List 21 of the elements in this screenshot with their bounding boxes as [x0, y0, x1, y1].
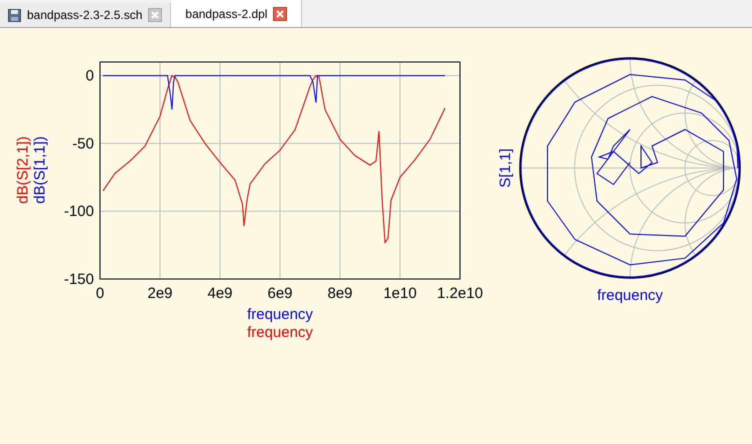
x-tick-label: 2e9: [147, 285, 173, 302]
x-tick-label: 6e9: [267, 285, 293, 302]
x-tick-label: 0: [96, 285, 104, 302]
y-tick-label: -100: [64, 203, 94, 220]
x-axis-label: frequency: [597, 287, 663, 304]
x-tick-label: 1.2e10: [437, 285, 483, 302]
close-icon[interactable]: [273, 6, 288, 20]
tab[interactable]: bandpass-2.dpl: [171, 0, 302, 27]
y-axis-label: dB(S[2,1]): [14, 136, 32, 204]
x-tick-label: 8e9: [327, 285, 353, 302]
y-tick-label: -50: [72, 135, 94, 152]
x-tick-label: 1e10: [383, 285, 417, 302]
x-tick-label: 4e9: [207, 285, 233, 302]
x-axis-label: frequency: [247, 306, 313, 323]
y-tick-label: -150: [64, 271, 94, 288]
tab[interactable]: bandpass-2.3-2.5.sch: [0, 3, 172, 27]
x-axis-label: frequency: [247, 324, 313, 341]
trace-label: S[1,1]: [497, 148, 514, 188]
save-icon: [8, 8, 21, 22]
y-axis-label: dB(S[1,1]): [32, 136, 48, 204]
y-tick-label: 0: [86, 68, 94, 85]
